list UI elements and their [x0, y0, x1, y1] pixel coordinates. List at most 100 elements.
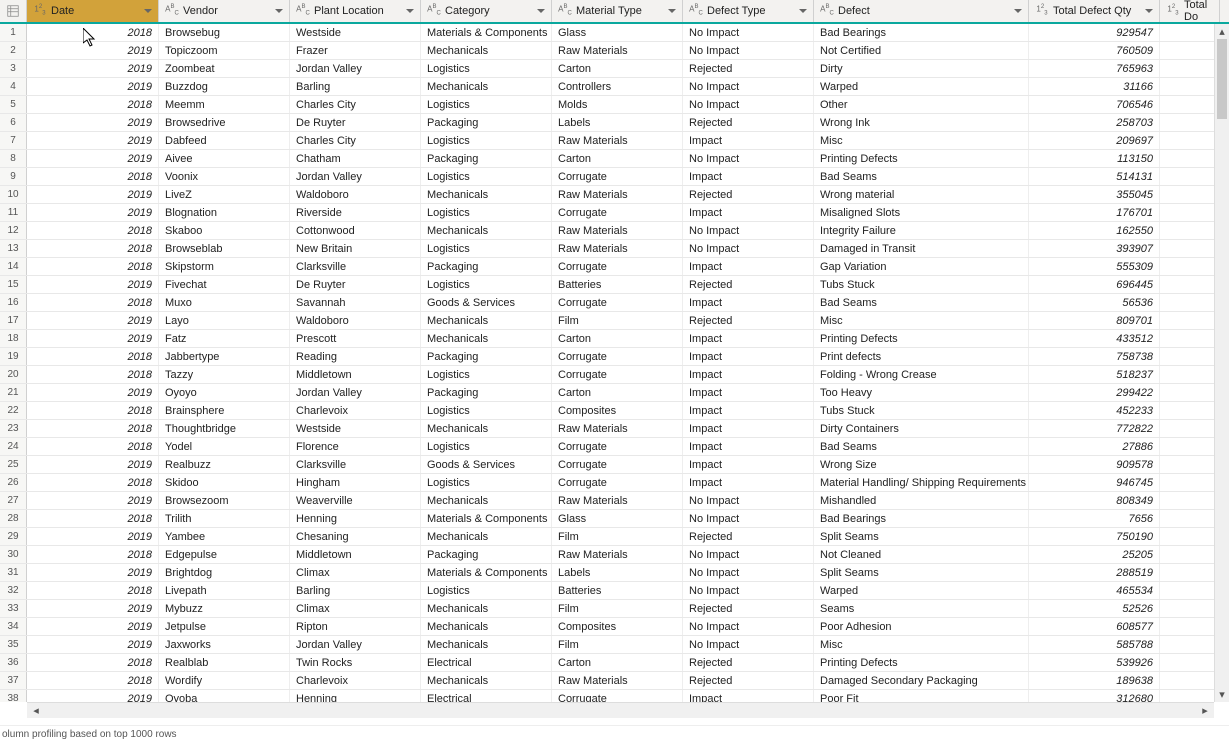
cell-defectType[interactable]: No Impact [683, 636, 814, 653]
cell-defectType[interactable]: Impact [683, 132, 814, 149]
cell-material[interactable]: Raw Materials [552, 240, 683, 257]
column-filter-dropdown-icon[interactable] [797, 7, 809, 15]
table-row[interactable]: 32019ZoombeatJordan ValleyLogisticsCarto… [0, 60, 1229, 78]
cell-defectType[interactable]: Rejected [683, 276, 814, 293]
cell-defectType[interactable]: No Impact [683, 492, 814, 509]
horizontal-scrollbar[interactable]: ◂ ▸ [27, 702, 1214, 718]
cell-defect[interactable]: Material Handling/ Shipping Requirements… [814, 474, 1029, 491]
cell-category[interactable]: Mechanicals [421, 222, 552, 239]
row-number[interactable]: 31 [0, 564, 27, 581]
cell-defect[interactable]: Damaged in Transit [814, 240, 1029, 257]
cell-plant[interactable]: Charlevoix [290, 402, 421, 419]
cell-plant[interactable]: Middletown [290, 366, 421, 383]
cell-defect[interactable]: Printing Defects [814, 150, 1029, 167]
cell-vendor[interactable]: Dabfeed [159, 132, 290, 149]
cell-date[interactable]: 2019 [27, 564, 159, 581]
column-filter-dropdown-icon[interactable] [273, 7, 285, 15]
cell-material[interactable]: Film [552, 636, 683, 653]
cell-material[interactable]: Carton [552, 330, 683, 347]
cell-plant[interactable]: Jordan Valley [290, 636, 421, 653]
table-row[interactable]: 232018ThoughtbridgeWestsideMechanicalsRa… [0, 420, 1229, 438]
cell-plant[interactable]: Frazer [290, 42, 421, 59]
column-header-totalD[interactable]: 123Total Do [1160, 0, 1220, 22]
cell-totalD[interactable] [1160, 564, 1220, 581]
cell-defect[interactable]: Print defects [814, 348, 1029, 365]
row-number[interactable]: 17 [0, 312, 27, 329]
cell-defect[interactable]: Dirty [814, 60, 1029, 77]
cell-vendor[interactable]: Aivee [159, 150, 290, 167]
cell-defect[interactable]: Bad Seams [814, 438, 1029, 455]
cell-defectType[interactable]: Impact [683, 204, 814, 221]
cell-vendor[interactable]: Livepath [159, 582, 290, 599]
cell-category[interactable]: Logistics [421, 132, 552, 149]
row-number[interactable]: 7 [0, 132, 27, 149]
cell-date[interactable]: 2018 [27, 654, 159, 671]
cell-category[interactable]: Logistics [421, 582, 552, 599]
cell-plant[interactable]: Westside [290, 24, 421, 41]
row-number[interactable]: 4 [0, 78, 27, 95]
cell-defectType[interactable]: No Impact [683, 510, 814, 527]
cell-vendor[interactable]: Yodel [159, 438, 290, 455]
cell-totalD[interactable] [1160, 330, 1220, 347]
cell-plant[interactable]: Prescott [290, 330, 421, 347]
cell-date[interactable]: 2019 [27, 114, 159, 131]
cell-defect[interactable]: Poor Adhesion [814, 618, 1029, 635]
cell-defectType[interactable]: Impact [683, 168, 814, 185]
cell-category[interactable]: Materials & Components [421, 564, 552, 581]
cell-qty[interactable]: 765963 [1029, 60, 1160, 77]
cell-date[interactable]: 2018 [27, 546, 159, 563]
cell-defect[interactable]: Damaged Secondary Packaging [814, 672, 1029, 689]
cell-totalD[interactable] [1160, 420, 1220, 437]
cell-vendor[interactable]: Browsezoom [159, 492, 290, 509]
table-row[interactable]: 82019AiveeChathamPackagingCartonNo Impac… [0, 150, 1229, 168]
cell-defect[interactable]: Not Cleaned [814, 546, 1029, 563]
row-number[interactable]: 36 [0, 654, 27, 671]
cell-defect[interactable]: Dirty Containers [814, 420, 1029, 437]
cell-category[interactable]: Mechanicals [421, 330, 552, 347]
cell-defect[interactable]: Integrity Failure [814, 222, 1029, 239]
cell-qty[interactable]: 760509 [1029, 42, 1160, 59]
cell-date[interactable]: 2018 [27, 294, 159, 311]
cell-qty[interactable]: 514131 [1029, 168, 1160, 185]
cell-plant[interactable]: Clarksville [290, 456, 421, 473]
cell-defectType[interactable]: Impact [683, 258, 814, 275]
cell-plant[interactable]: Hingham [290, 474, 421, 491]
cell-qty[interactable]: 465534 [1029, 582, 1160, 599]
row-number[interactable]: 24 [0, 438, 27, 455]
cell-category[interactable]: Packaging [421, 150, 552, 167]
table-row[interactable]: 92018VoonixJordan ValleyLogisticsCorruga… [0, 168, 1229, 186]
cell-category[interactable]: Mechanicals [421, 312, 552, 329]
cell-defect[interactable]: Bad Bearings [814, 24, 1029, 41]
cell-qty[interactable]: 299422 [1029, 384, 1160, 401]
cell-qty[interactable]: 772822 [1029, 420, 1160, 437]
row-number[interactable]: 2 [0, 42, 27, 59]
cell-date[interactable]: 2019 [27, 330, 159, 347]
cell-material[interactable]: Molds [552, 96, 683, 113]
cell-date[interactable]: 2018 [27, 402, 159, 419]
cell-defectType[interactable]: Impact [683, 474, 814, 491]
cell-defect[interactable]: Printing Defects [814, 654, 1029, 671]
cell-date[interactable]: 2019 [27, 618, 159, 635]
cell-vendor[interactable]: Meemm [159, 96, 290, 113]
cell-defectType[interactable]: Impact [683, 330, 814, 347]
cell-totalD[interactable] [1160, 402, 1220, 419]
cell-qty[interactable]: 52526 [1029, 600, 1160, 617]
cell-vendor[interactable]: Topiczoom [159, 42, 290, 59]
cell-vendor[interactable]: Jabbertype [159, 348, 290, 365]
cell-defectType[interactable]: No Impact [683, 582, 814, 599]
cell-defect[interactable]: Misc [814, 312, 1029, 329]
cell-totalD[interactable] [1160, 654, 1220, 671]
cell-vendor[interactable]: Realblab [159, 654, 290, 671]
row-number[interactable]: 5 [0, 96, 27, 113]
cell-qty[interactable]: 518237 [1029, 366, 1160, 383]
cell-material[interactable]: Raw Materials [552, 42, 683, 59]
cell-date[interactable]: 2018 [27, 348, 159, 365]
cell-category[interactable]: Logistics [421, 366, 552, 383]
cell-totalD[interactable] [1160, 96, 1220, 113]
cell-plant[interactable]: Charles City [290, 132, 421, 149]
cell-vendor[interactable]: Jetpulse [159, 618, 290, 635]
cell-plant[interactable]: Twin Rocks [290, 654, 421, 671]
cell-category[interactable]: Logistics [421, 438, 552, 455]
table-row[interactable]: 212019OyoyoJordan ValleyPackagingCartonI… [0, 384, 1229, 402]
table-row[interactable]: 352019JaxworksJordan ValleyMechanicalsFi… [0, 636, 1229, 654]
